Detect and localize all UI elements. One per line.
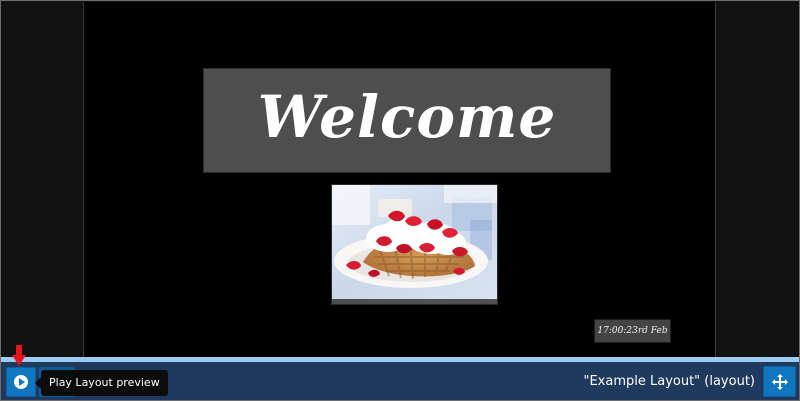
welcome-region[interactable]: Welcome <box>203 68 611 173</box>
play-preview-tooltip: Play Layout preview <box>35 370 168 396</box>
layout-designer: Welcome 17:00:23rd Feb Play Layout previ… <box>0 0 800 401</box>
play-circle-icon <box>14 375 28 389</box>
layout-workspace: Welcome 17:00:23rd Feb <box>1 1 799 357</box>
layout-canvas[interactable]: Welcome 17:00:23rd Feb <box>83 2 716 357</box>
bottom-toolbar: Play Layout preview "Example Layout" (la… <box>1 362 799 400</box>
welcome-text: Welcome <box>257 82 557 151</box>
play-layout-preview-button[interactable] <box>6 367 36 397</box>
layout-name: "Example Layout" (layout) <box>583 374 755 389</box>
waffle-image-region[interactable] <box>331 184 498 305</box>
waffle-image <box>332 185 497 304</box>
red-down-arrow-icon <box>12 345 26 366</box>
move-layout-button[interactable] <box>763 366 796 397</box>
move-arrows-icon <box>771 373 788 390</box>
clock-region[interactable]: 17:00:23rd Feb <box>594 319 671 343</box>
